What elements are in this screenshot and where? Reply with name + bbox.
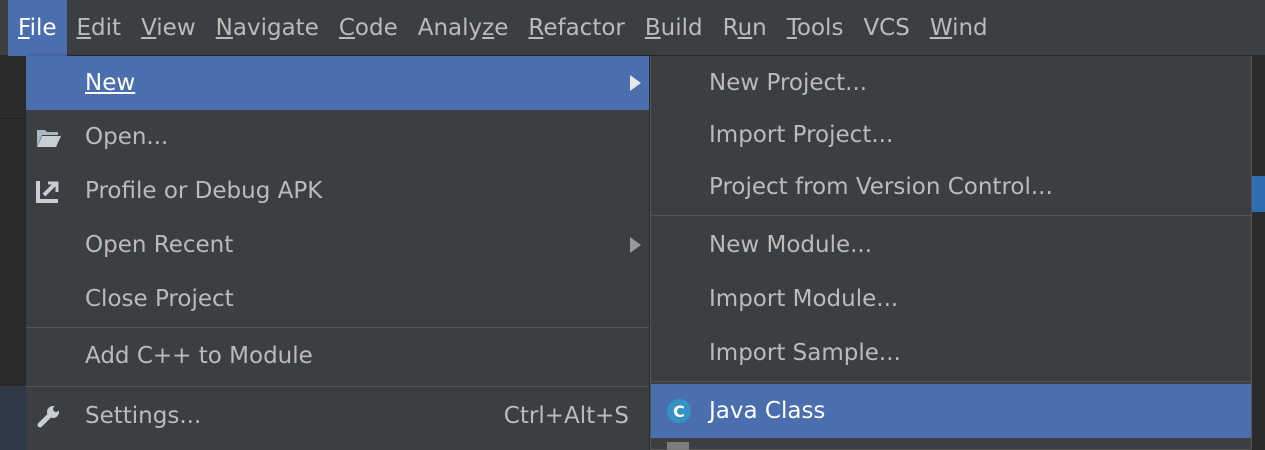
folder-icon (34, 122, 64, 152)
java-class-icon-slot: C (665, 397, 693, 425)
wrench-icon (34, 401, 64, 431)
menu-separator (26, 386, 649, 387)
menubar-mnemonic: T (786, 14, 797, 41)
submenu-item-import-module-label: Import Module... (709, 286, 899, 312)
menubar-vcs[interactable]: VCS (853, 0, 919, 56)
menubar-navigate[interactable]: Navigate (206, 0, 329, 56)
menubar-refactor[interactable]: Refactor (518, 0, 635, 56)
submenu-item-import-sample[interactable]: Import Sample... (651, 326, 1251, 380)
menubar-mnemonic: B (644, 14, 661, 41)
menu-item-new-label: New (85, 70, 135, 96)
menubar-mnemonic: N (215, 14, 233, 41)
partial-item-icon (667, 442, 689, 450)
menu-item-close-project[interactable]: Close Project (26, 272, 649, 326)
menu-item-close-project-label: Close Project (85, 286, 234, 312)
menubar-mnemonic: W (929, 14, 953, 41)
menubar-window-label: Wind (929, 14, 988, 41)
menubar-mnemonic: z (482, 14, 495, 41)
menubar-file-label: File (18, 14, 57, 41)
profile-debug-icon (34, 176, 64, 206)
menubar-run-label: Run (722, 14, 767, 41)
menubar-build-label: Build (644, 14, 703, 41)
settings-shortcut: Ctrl+Alt+S (503, 403, 629, 429)
menu-item-new[interactable]: New (26, 56, 649, 110)
tool-strip (0, 386, 26, 450)
ide-window: File Edit View Navigate Code Analyze Ref… (0, 0, 1265, 450)
menubar-navigate-label: Navigate (215, 14, 319, 41)
menubar-analyze-label: Analyze (417, 14, 509, 41)
menu-item-settings-label: Settings... (85, 403, 202, 429)
menu-item-profile-debug-apk[interactable]: Profile or Debug APK (26, 164, 649, 218)
java-class-icon: C (667, 399, 691, 423)
menu-item-settings[interactable]: Settings... Ctrl+Alt+S (26, 389, 649, 443)
submenu-item-java-class-label: Java Class (709, 398, 826, 424)
editor-background-left (0, 56, 26, 450)
menubar-view[interactable]: View (131, 0, 206, 56)
menubar-tools-label: Tools (786, 14, 844, 41)
menu-item-open[interactable]: Open... (26, 110, 649, 164)
menubar-code[interactable]: Code (329, 0, 408, 56)
menubar-refactor-label: Refactor (528, 14, 625, 41)
menu-item-profile-debug-apk-label: Profile or Debug APK (85, 178, 323, 204)
submenu-item-import-module[interactable]: Import Module... (651, 272, 1251, 326)
menu-bar: File Edit View Navigate Code Analyze Ref… (0, 0, 1265, 56)
menu-item-open-recent-label: Open Recent (85, 232, 234, 258)
menubar-edit-label: Edit (76, 14, 122, 41)
menubar-mnemonic: V (141, 14, 157, 41)
menubar-mnemonic: R (528, 14, 544, 41)
menu-separator (26, 327, 649, 328)
submenu-item-java-class[interactable]: C Java Class (651, 384, 1251, 438)
menubar-window[interactable]: Wind (920, 0, 998, 56)
menubar-vcs-label: VCS (863, 14, 910, 41)
menubar-edit[interactable]: Edit (67, 0, 132, 56)
menubar-file[interactable]: File (8, 0, 67, 56)
submenu-item-project-from-vcs[interactable]: Project from Version Control... (651, 160, 1251, 214)
menubar-mnemonic: F (18, 14, 30, 41)
submenu-item-new-project-label: New Project... (709, 70, 868, 96)
file-menu: New Open... Profile or Debug APK Open Re… (26, 56, 650, 450)
new-mnemonic: New (85, 70, 136, 96)
menubar-run[interactable]: Run (713, 0, 777, 56)
submenu-separator (651, 215, 1251, 216)
menubar-view-label: View (141, 14, 196, 41)
submenu-separator (651, 381, 1251, 382)
submenu-item-new-module-label: New Module... (709, 232, 873, 258)
menubar-mnemonic: u (737, 14, 753, 41)
chevron-right-icon (630, 75, 641, 91)
menu-item-add-cpp-label: Add C++ to Module (85, 343, 313, 369)
submenu-item-import-sample-label: Import Sample... (709, 340, 901, 366)
submenu-item-new-module[interactable]: New Module... (651, 218, 1251, 272)
new-submenu: New Project... Import Project... Project… (650, 56, 1252, 450)
menu-item-add-cpp-to-module[interactable]: Add C++ to Module (26, 329, 649, 383)
editor-background-right (1190, 56, 1265, 450)
menubar-mnemonic: E (76, 14, 92, 41)
menubar-build[interactable]: Build (635, 0, 713, 56)
menu-item-open-recent[interactable]: Open Recent (26, 218, 649, 272)
submenu-item-new-project[interactable]: New Project... (651, 56, 1251, 110)
menu-item-open-label: Open... (85, 124, 169, 150)
menubar-tools[interactable]: Tools (777, 0, 854, 56)
chevron-right-icon (630, 237, 641, 253)
submenu-item-import-project[interactable]: Import Project... (651, 108, 1251, 162)
menubar-mnemonic: C (338, 14, 355, 41)
divider (0, 118, 26, 119)
submenu-item-project-from-vcs-label: Project from Version Control... (709, 174, 1053, 200)
submenu-item-import-project-label: Import Project... (709, 122, 894, 148)
menubar-analyze[interactable]: Analyze (408, 0, 519, 56)
menubar-code-label: Code (338, 14, 398, 41)
